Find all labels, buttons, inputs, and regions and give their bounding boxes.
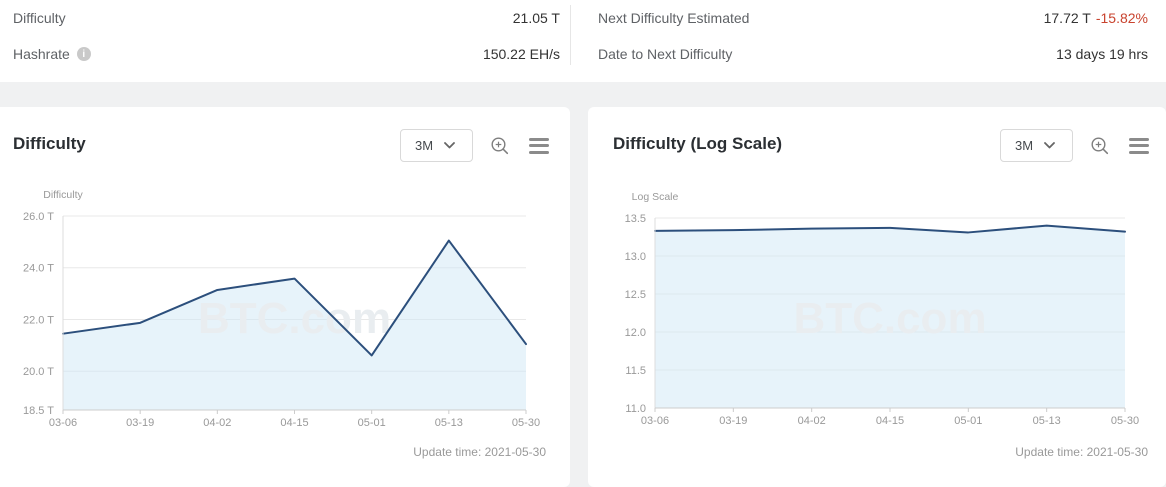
difficulty-card-title: Difficulty (13, 134, 86, 154)
zoom-in-icon[interactable] (490, 136, 510, 156)
svg-text:04-02: 04-02 (203, 417, 231, 429)
difficulty-log-chart-svg[interactable]: 13.5 13.0 12.5 12.0 11.5 11.0 BTC.com 03-06 03-1… (588, 180, 1166, 440)
range-selector[interactable]: 3M (400, 129, 473, 162)
svg-text:05-30: 05-30 (1111, 415, 1139, 427)
difficulty-log-card: Difficulty (Log Scale) 3M 13.5 13.0 12.5 12… (588, 107, 1166, 487)
zoom-in-icon[interactable] (1090, 136, 1110, 156)
stat-row-hashrate: Hashrate i 150.22 EH/s (0, 44, 570, 64)
update-time: Update time: 2021-05-30 (1015, 445, 1148, 459)
svg-text:18.5 T: 18.5 T (23, 405, 54, 417)
difficulty-log-chart: 13.5 13.0 12.5 12.0 11.5 11.0 BTC.com 03-06 03-1… (588, 180, 1166, 445)
svg-text:12.5: 12.5 (625, 289, 646, 301)
next-difficulty-label: Next Difficulty Estimated (598, 10, 749, 26)
svg-text:04-15: 04-15 (280, 417, 308, 429)
svg-text:20.0 T: 20.0 T (23, 366, 54, 378)
svg-text:05-13: 05-13 (1033, 415, 1061, 427)
svg-text:04-15: 04-15 (876, 415, 904, 427)
svg-text:BTC.com: BTC.com (198, 294, 391, 343)
svg-text:BTC.com: BTC.com (793, 294, 986, 343)
svg-text:05-01: 05-01 (358, 417, 386, 429)
svg-text:03-19: 03-19 (719, 415, 747, 427)
svg-text:24.0 T: 24.0 T (23, 263, 54, 275)
info-icon[interactable]: i (77, 47, 91, 61)
svg-text:03-06: 03-06 (49, 417, 77, 429)
stat-row-next-difficulty: Next Difficulty Estimated 17.72 T -15.82% (570, 8, 1166, 28)
svg-text:Difficulty: Difficulty (43, 189, 83, 201)
difficulty-chart: 26.0 T 24.0 T 22.0 T 20.0 T 18.5 T BTC.com 03-… (0, 180, 570, 445)
svg-text:12.0: 12.0 (625, 327, 646, 339)
chevron-down-icon (444, 142, 455, 149)
difficulty-value: 21.05 T (513, 10, 560, 26)
chart-menu-icon[interactable] (1129, 138, 1149, 154)
hashrate-value: 150.22 EH/s (483, 46, 560, 62)
stat-row-date-next-difficulty: Date to Next Difficulty 13 days 19 hrs (570, 44, 1166, 64)
stats-bar: Difficulty 21.05 T Hashrate i 150.22 EH/… (0, 0, 1166, 82)
update-time: Update time: 2021-05-30 (413, 445, 546, 459)
svg-text:13.0: 13.0 (625, 251, 646, 263)
stat-row-difficulty: Difficulty 21.05 T (0, 8, 570, 28)
range-selector-value: 3M (415, 138, 433, 153)
stats-column-left: Difficulty 21.05 T Hashrate i 150.22 EH/… (0, 0, 570, 82)
difficulty-label: Difficulty (13, 10, 66, 26)
difficulty-log-card-title: Difficulty (Log Scale) (613, 134, 782, 154)
svg-text:03-19: 03-19 (126, 417, 154, 429)
difficulty-card: Difficulty 3M 26.0 T 24.0 T 22.0 T 20.0 T 18… (0, 107, 570, 487)
chart-menu-icon[interactable] (529, 138, 549, 154)
hashrate-label: Hashrate (13, 46, 70, 62)
next-difficulty-value: 17.72 T (1044, 10, 1091, 26)
next-difficulty-change: -15.82% (1096, 10, 1148, 26)
range-selector[interactable]: 3M (1000, 129, 1073, 162)
svg-text:03-06: 03-06 (641, 415, 669, 427)
svg-text:11.0: 11.0 (625, 403, 646, 415)
svg-text:05-01: 05-01 (954, 415, 982, 427)
svg-text:04-02: 04-02 (798, 415, 826, 427)
svg-text:11.5: 11.5 (625, 365, 646, 377)
svg-text:26.0 T: 26.0 T (23, 211, 54, 223)
svg-text:05-30: 05-30 (512, 417, 540, 429)
svg-text:13.5: 13.5 (625, 213, 646, 225)
svg-text:Log Scale: Log Scale (632, 191, 679, 203)
difficulty-log-card-controls: 3M (1000, 129, 1149, 162)
svg-text:22.0 T: 22.0 T (23, 314, 54, 326)
date-next-difficulty-value: 13 days 19 hrs (1056, 46, 1148, 62)
stats-column-right: Next Difficulty Estimated 17.72 T -15.82%… (570, 0, 1166, 82)
svg-text:05-13: 05-13 (435, 417, 463, 429)
difficulty-card-controls: 3M (400, 129, 549, 162)
difficulty-chart-svg[interactable]: 26.0 T 24.0 T 22.0 T 20.0 T 18.5 T BTC.com 03-… (0, 180, 570, 440)
chevron-down-icon (1044, 142, 1055, 149)
range-selector-value: 3M (1015, 138, 1033, 153)
date-next-difficulty-label: Date to Next Difficulty (598, 46, 732, 62)
